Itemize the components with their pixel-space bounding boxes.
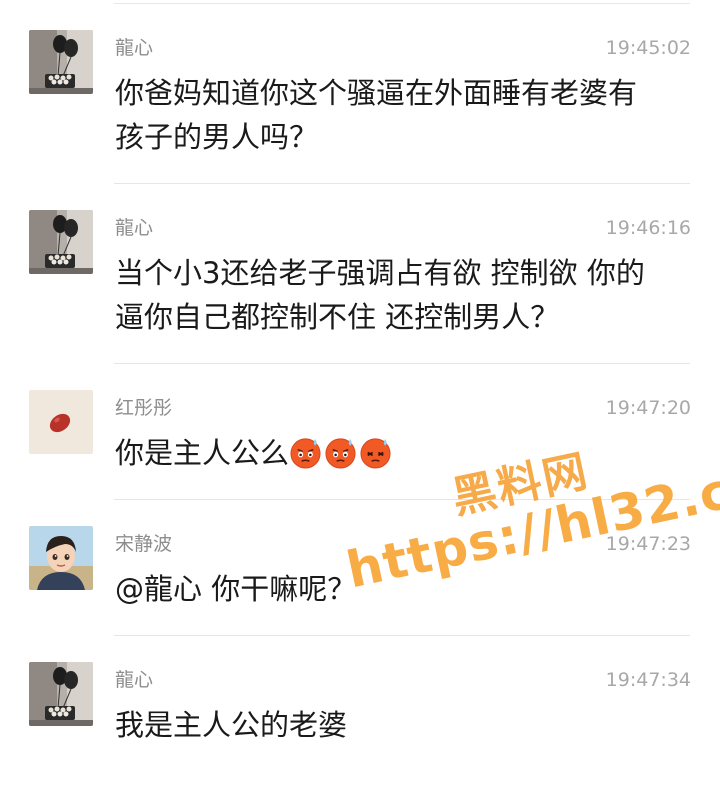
message-time: 19:47:23 [605, 533, 691, 555]
sender-name: 龍心 [115, 669, 154, 691]
avatar[interactable] [29, 662, 93, 726]
divider [114, 499, 690, 500]
message-time: 19:47:20 [605, 397, 691, 419]
message-line: 当个小3还给老子强调占有欲 控制欲 你的 [115, 256, 645, 290]
message-line: 孩子的男人吗？ [115, 120, 319, 154]
message-line: 你是主人公么 [115, 436, 290, 470]
divider [114, 183, 690, 184]
message-time: 19:47:34 [605, 669, 691, 691]
avatar[interactable] [29, 30, 93, 94]
divider [114, 635, 690, 636]
chat-history-page: 龍心 19:45:02 你爸妈知道你这个骚逼在外面睡有老婆有 孩子的男人吗？ 龍… [0, 0, 720, 792]
message-line: 你爸妈知道你这个骚逼在外面睡有老婆有 [115, 76, 638, 110]
avatar-balloons-image [29, 662, 93, 726]
message-line: 我是主人公的老婆 [115, 708, 348, 742]
avatar-red-bean-image [29, 390, 93, 454]
sweat-angry-face-icon [360, 438, 391, 469]
avatar[interactable] [29, 390, 93, 454]
sender-name: 龍心 [115, 217, 154, 239]
avatar[interactable] [29, 210, 93, 274]
divider [114, 3, 690, 4]
sweat-angry-face-icon [290, 438, 321, 469]
message-text[interactable]: @龍心 你干嘛呢？ [115, 567, 695, 611]
message-time: 19:46:16 [605, 217, 691, 239]
divider [114, 363, 690, 364]
message-text[interactable]: 当个小3还给老子强调占有欲 控制欲 你的 逼你自己都控制不住 还控制男人？ [115, 251, 695, 339]
sender-name: 宋静波 [115, 533, 173, 555]
message-text[interactable]: 我是主人公的老婆 [115, 703, 695, 747]
sender-name: 红彤彤 [115, 397, 173, 419]
message-line: 逼你自己都控制不住 还控制男人？ [115, 300, 560, 334]
sender-name: 龍心 [115, 37, 154, 59]
avatar[interactable] [29, 526, 93, 590]
avatar-cartoon-boy-image [29, 526, 93, 590]
emoji-group [289, 436, 394, 481]
message-time: 19:45:02 [605, 37, 691, 59]
message-line: @龍心 你干嘛呢？ [115, 572, 357, 606]
message-text[interactable]: 你爸妈知道你这个骚逼在外面睡有老婆有 孩子的男人吗？ [115, 71, 695, 159]
message-text[interactable]: 你是主人公么 [115, 431, 695, 481]
sweat-angry-face-icon [325, 438, 356, 469]
avatar-balloons-image [29, 210, 93, 274]
avatar-balloons-image [29, 30, 93, 94]
